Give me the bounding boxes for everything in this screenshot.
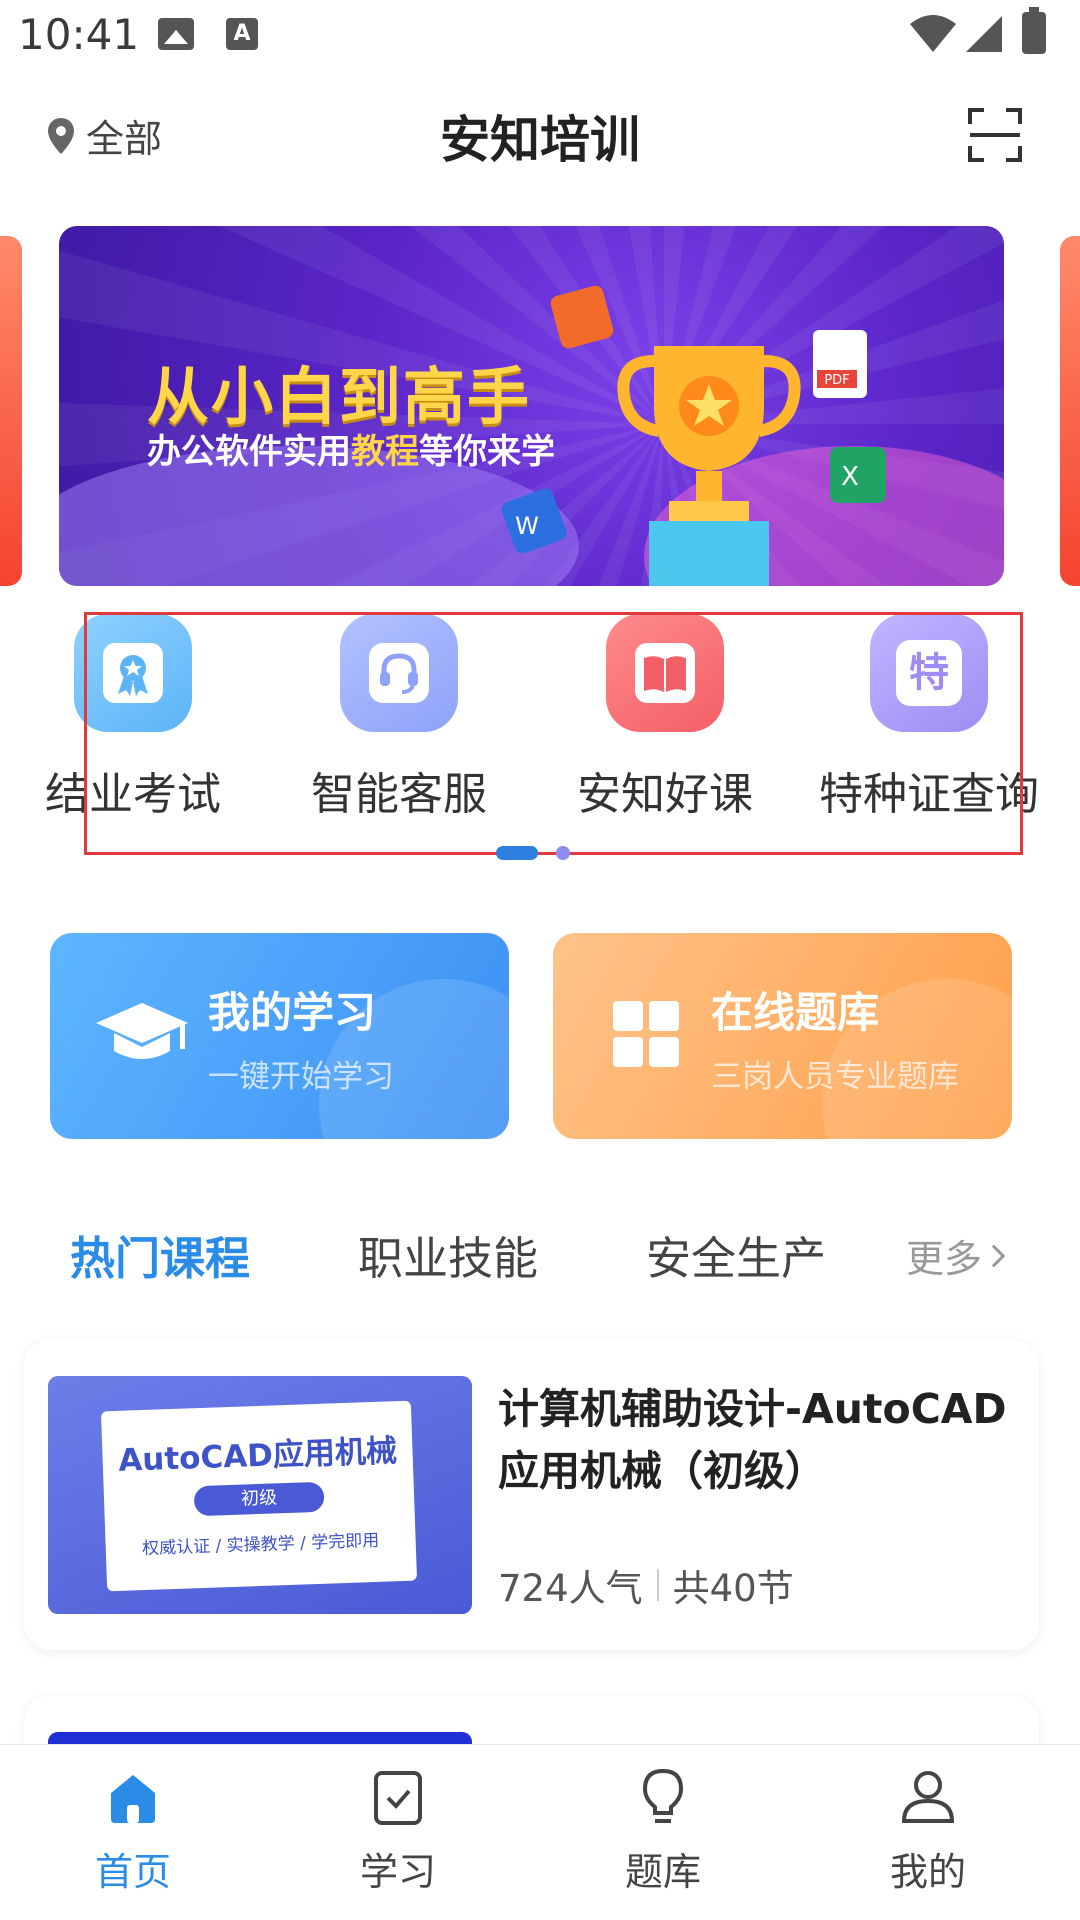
course-thumbnail: AutoCAD应用机械 初级 权威认证 / 实操教学 / 学完即用 [48,1376,472,1614]
powerpoint-icon [550,285,614,349]
scan-icon[interactable] [968,108,1022,162]
trophy-icon [617,346,801,586]
banner-sub-part2: 等你来学 [419,432,555,472]
my-learning-card[interactable]: 我的学习 一键开始学习 [50,933,509,1139]
user-icon [901,1771,955,1823]
pager-dot-active[interactable] [496,846,538,860]
word-icon-label: W [515,512,539,540]
course-title: 计算机辅助设计-AutoCAD应用机械（初级） [498,1385,1007,1495]
banner-headline: 从小白到高手 [147,360,532,433]
thumbnail-subtitle: 权威认证 / 实操教学 / 学完即用 [141,1530,380,1560]
gallery-notification-icon [158,18,194,50]
wifi-icon [910,15,956,52]
page-title: 安知培训 [440,111,640,169]
banner-prev-peek[interactable] [0,236,22,586]
app-notification-icon: A [226,18,258,50]
nav-label: 我的 [889,1850,966,1894]
chevron-right-icon [982,1244,1006,1267]
tab-hot-courses[interactable]: 热门课程 [70,1222,250,1287]
question-bank-title: 在线题库 [711,988,880,1037]
pdf-icon: PDF [813,330,867,398]
bottom-nav: 首页 学习 题库 我的 [0,1744,1080,1920]
thumbnail-level-badge: 初级 [193,1481,325,1517]
banner-next-peek[interactable] [1060,236,1080,586]
course-card[interactable]: AutoCAD应用机械 初级 权威认证 / 实操教学 / 学完即用 计算机辅助设… [24,1340,1039,1650]
nav-home[interactable]: 首页 [33,1767,233,1896]
my-learning-subtitle: 一键开始学习 [208,1059,394,1095]
nav-label: 首页 [94,1850,171,1894]
more-link[interactable]: 更多 [906,1228,1006,1283]
thumbnail-paper: AutoCAD应用机械 初级 权威认证 / 实操教学 / 学完即用 [100,1400,418,1592]
word-icon: W [501,488,567,554]
excel-icon: X [830,447,886,503]
more-label: 更多 [906,1237,983,1281]
status-time: 10:41 [18,10,140,59]
status-bar: 10:41 A [0,0,1080,72]
nav-label: 学习 [359,1850,436,1894]
nav-question-bank[interactable]: 题库 [563,1767,763,1896]
header: 全部 安知培训 [0,90,1080,180]
course-category-tabs: 热门课程 职业技能 安全生产 更多 [0,1222,1080,1292]
course-meta: 724人气 共40节 [498,1558,794,1612]
course-lesson-count: 共40节 [672,1567,794,1610]
question-bank-subtitle: 三岗人员专业题库 [711,1059,959,1095]
banner-subtitle: 办公软件实用教程等你来学 [147,424,555,473]
course-popularity: 724人气 [498,1567,643,1610]
clipboard-check-icon [374,1771,422,1825]
question-bank-card[interactable]: 在线题库 三岗人员专业题库 [553,933,1012,1139]
quick-entry-pager [496,846,570,860]
banner-sub-highlight: 教程 [351,432,419,472]
tab-vocational-skills[interactable]: 职业技能 [358,1222,538,1287]
battery-icon [1022,7,1046,54]
home-icon [111,1775,155,1823]
promo-banner[interactable]: 从小白到高手 办公软件实用教程等你来学 PDF X W [59,226,1004,586]
grid-icon [613,1001,679,1067]
banner-sub-part1: 办公软件实用 [147,432,351,472]
tab-safety-production[interactable]: 安全生产 [646,1222,826,1287]
excel-icon-label: X [841,462,859,492]
annotation-highlight-box [84,612,1023,855]
meta-divider [656,1569,659,1601]
nav-learning[interactable]: 学习 [298,1767,498,1896]
signal-icon [966,16,1002,52]
thumbnail-title: AutoCAD应用机械 [117,1433,398,1479]
pdf-icon-label: PDF [824,373,849,388]
pager-dot[interactable] [556,846,570,860]
nav-profile[interactable]: 我的 [828,1767,1028,1896]
nav-label: 题库 [624,1850,701,1894]
my-learning-title: 我的学习 [208,988,377,1037]
lightbulb-icon [642,1768,684,1823]
graduation-cap-icon [96,1003,188,1059]
